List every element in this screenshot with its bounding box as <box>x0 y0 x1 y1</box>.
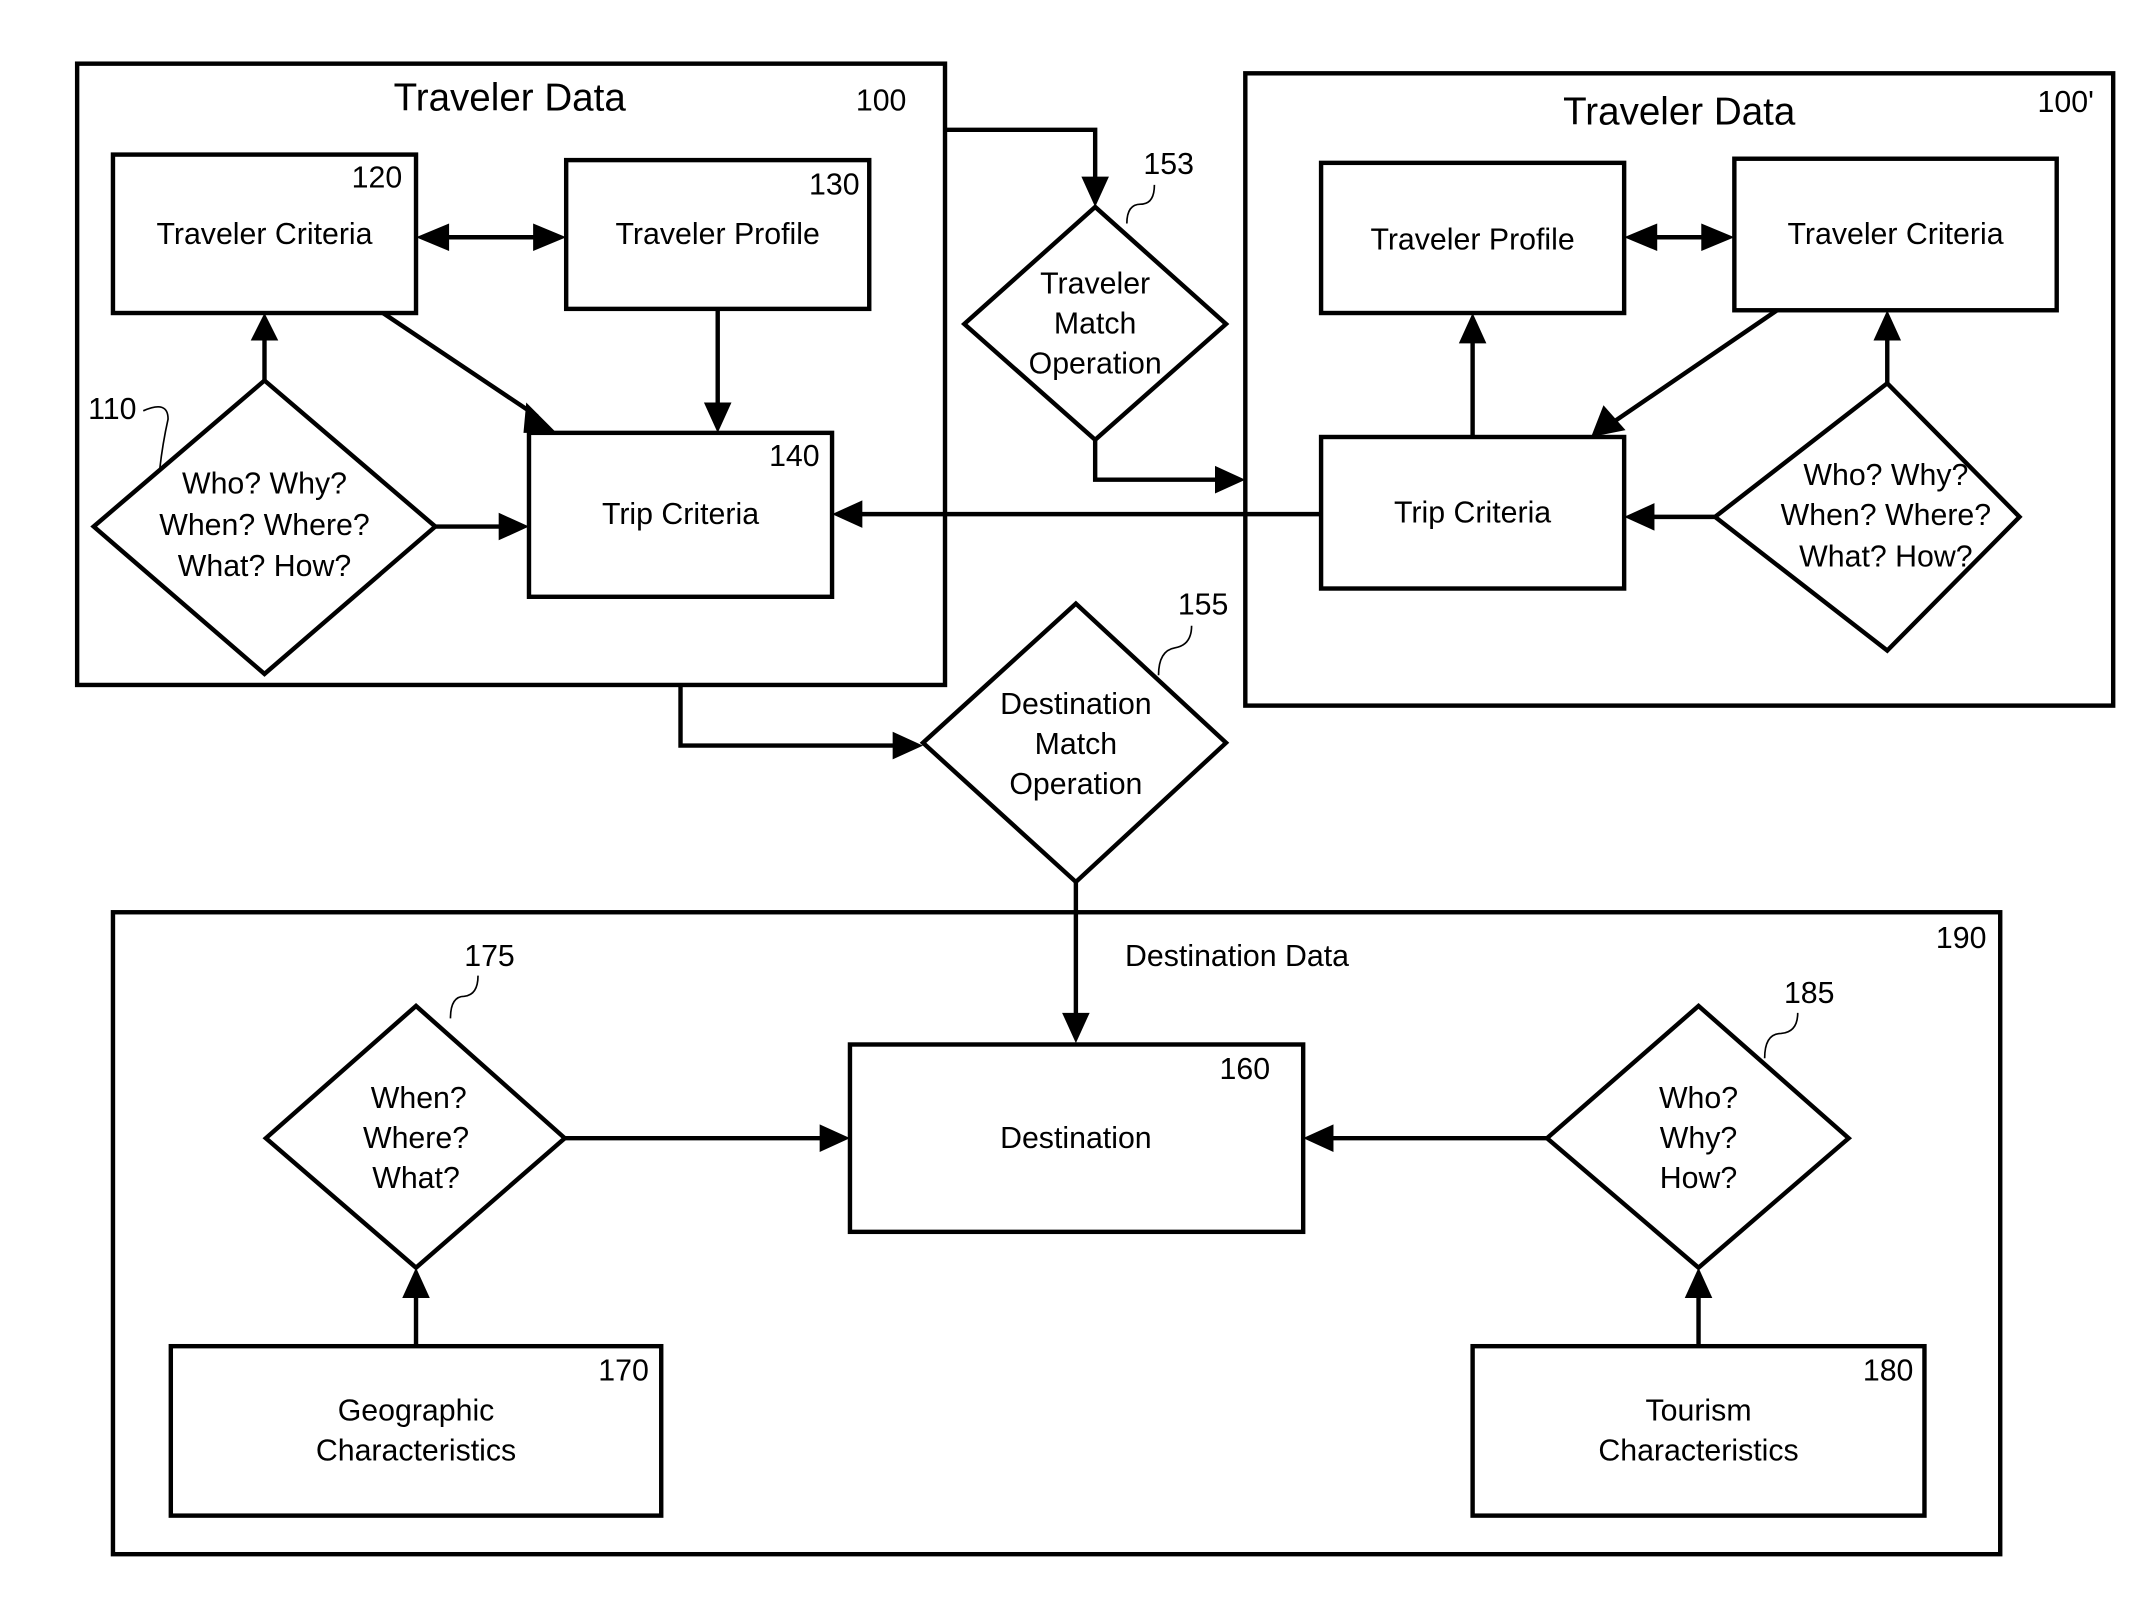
arrow-head <box>1215 465 1246 494</box>
destination-data-panel-190: Destination Data 190 160 Destination Whe… <box>110 910 2003 1557</box>
decision-line: Traveler <box>1040 268 1150 301</box>
destination-match-operation: Destination Match Operation 155 <box>678 589 1230 1044</box>
geographic-characteristics-box[interactable] <box>168 1343 664 1518</box>
trip-criteria-label: Trip Criteria <box>602 498 759 531</box>
ref-number: 185 <box>1784 977 1835 1010</box>
arrow-head <box>1458 313 1487 344</box>
ref-number: 140 <box>769 440 820 473</box>
arrow-head <box>416 223 450 252</box>
decision-line: What? How? <box>178 550 351 583</box>
connector <box>678 684 896 748</box>
arrow-head <box>533 223 567 252</box>
arrow-head <box>1701 223 1735 252</box>
leader-line <box>142 405 169 469</box>
connector <box>1610 308 1779 426</box>
leader-line <box>1763 1012 1799 1059</box>
panel-title: Destination Data <box>1125 940 1349 973</box>
decision-line: What? How? <box>1799 540 1972 573</box>
ref-number: 180 <box>1863 1355 1914 1388</box>
arrow-head <box>250 313 279 341</box>
arrow-head <box>1684 1267 1713 1298</box>
leader-line <box>1126 184 1156 224</box>
destination-label: Destination <box>1000 1122 1152 1155</box>
decision-line: Who? <box>1659 1082 1738 1115</box>
decision-line: Destination <box>1000 688 1152 721</box>
arrow-head <box>1873 310 1902 341</box>
decision-line: Match <box>1054 308 1137 341</box>
ref-number: 130 <box>809 169 860 202</box>
traveler-criteria-label: Traveler Criteria <box>156 218 372 251</box>
decision-line: Where? <box>363 1122 469 1155</box>
decision-line: When? <box>371 1082 467 1115</box>
ref-number: 190 <box>1936 922 1987 955</box>
arrow-head <box>402 1267 430 1298</box>
arrow-head <box>1624 503 1655 531</box>
arrow-head <box>1303 1124 1334 1152</box>
arrow-head <box>523 402 557 433</box>
decision-line: Operation <box>1029 348 1162 381</box>
arrow-head <box>832 500 863 528</box>
ref-number: 155 <box>1178 589 1229 622</box>
traveler-data-panel-100: Traveler Data 100 120 Traveler Criteria … <box>74 61 948 688</box>
leader-line <box>449 975 479 1019</box>
arrow-head <box>1591 405 1626 437</box>
traveler-profile-label: Traveler Profile <box>616 218 820 251</box>
panel-title: Traveler Data <box>1563 90 1796 133</box>
decision-line: What? <box>372 1162 460 1195</box>
traveler-criteria-label: Traveler Criteria <box>1788 218 2004 251</box>
arrow-head <box>703 402 732 433</box>
ref-number: 175 <box>464 940 515 973</box>
arrow-head <box>498 512 529 541</box>
arrow-head <box>892 731 923 760</box>
box-line: Geographic <box>338 1395 495 1428</box>
trip-criteria-label: Trip Criteria <box>1394 496 1551 529</box>
box-line: Characteristics <box>316 1435 516 1468</box>
connector <box>381 311 539 419</box>
ref-number: 170 <box>598 1355 649 1388</box>
traveler-match-operation: Traveler Match Operation 153 <box>945 127 1246 494</box>
ref-number: 160 <box>1220 1053 1271 1086</box>
decision-line: Who? Why? <box>182 467 347 500</box>
ref-number: 110 <box>88 393 136 426</box>
connector <box>1092 439 1218 482</box>
ref-number: 100' <box>2038 86 2094 119</box>
ref-number: 153 <box>1143 148 1194 181</box>
arrow-head <box>819 1124 850 1152</box>
arrow-head <box>1081 176 1109 207</box>
decision-line: Match <box>1035 728 1118 761</box>
flow-diagram: Traveler Data 100 120 Traveler Criteria … <box>74 61 2116 1557</box>
decision-line: Operation <box>1009 768 1142 801</box>
decision-line: Who? Why? <box>1803 459 1968 492</box>
connector <box>945 127 1098 180</box>
box-line: Tourism <box>1646 1395 1752 1428</box>
panel-title: Traveler Data <box>394 77 627 120</box>
tourism-characteristics-box[interactable] <box>1470 1343 1927 1518</box>
leader-line <box>1157 625 1193 676</box>
traveler-data-panel-100-prime: Traveler Data 100' Traveler Profile Trav… <box>1243 71 2116 708</box>
decision-line: Why? <box>1660 1122 1737 1155</box>
decision-line: When? Where? <box>159 509 370 542</box>
decision-line: When? Where? <box>1781 499 1992 532</box>
decision-line: How? <box>1660 1162 1737 1195</box>
ref-number: 120 <box>352 162 403 195</box>
ref-number: 100 <box>856 85 907 118</box>
traveler-profile-label: Traveler Profile <box>1370 224 1574 257</box>
arrow-head <box>1062 1012 1090 1044</box>
box-line: Characteristics <box>1598 1435 1798 1468</box>
arrow-head <box>1624 223 1658 252</box>
